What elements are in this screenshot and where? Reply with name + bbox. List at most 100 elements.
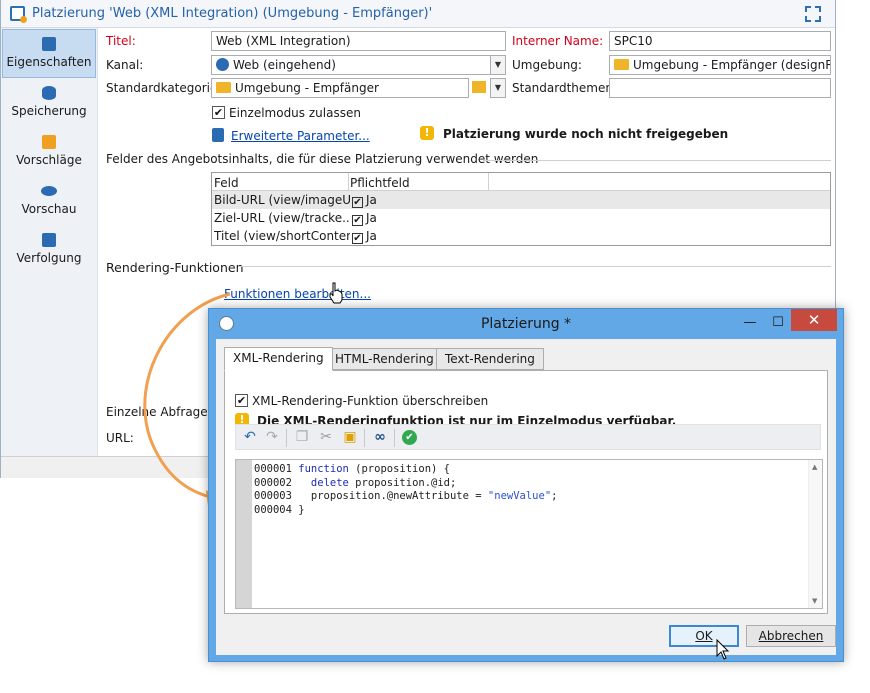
environment-field[interactable]: Umgebung - Empfänger (designRcp) <box>609 55 831 75</box>
single-mode-checkbox[interactable]: ✔ <box>212 106 225 119</box>
eye-icon <box>41 186 57 196</box>
mandatory-checkbox[interactable]: ✔ <box>352 233 363 244</box>
line-number: 000002 <box>254 476 292 489</box>
table-row[interactable]: Titel (view/shortContent) ✔ Ja <box>212 227 830 245</box>
separator <box>238 266 831 267</box>
sidebar-item-label: Speicherung <box>11 104 87 118</box>
editor-toolbar: ↶ ↷ ❐ ✂ ▣ ∞ ✔ <box>235 424 821 450</box>
line-number: 000003 <box>254 490 292 502</box>
line-number: 000004 <box>254 503 292 516</box>
cell-mandatory: ✔ Ja <box>352 229 377 244</box>
hand-cursor-icon <box>329 282 343 304</box>
override-label: XML-Rendering-Funktion überschreiben <box>252 394 489 408</box>
gift-icon <box>42 135 56 149</box>
warning-icon: ! <box>420 126 434 140</box>
dialog-body: XML-Rendering HTML-Rendering Text-Render… <box>216 339 836 655</box>
cell-mandatory: ✔ Ja <box>352 211 377 226</box>
tab-html-rendering[interactable]: HTML-Rendering <box>326 348 443 370</box>
check-icon[interactable]: ✔ <box>402 430 417 445</box>
find-icon[interactable]: ∞ <box>372 429 388 445</box>
sidebar-item-label: Vorschläge <box>16 153 82 167</box>
undo-icon[interactable]: ↶ <box>242 429 258 445</box>
folder-icon <box>216 82 231 93</box>
standard-category-field[interactable]: Umgebung - Empfänger <box>211 78 469 98</box>
mandatory-checkbox[interactable]: ✔ <box>352 197 363 208</box>
sidebar-item-label: Verfolgung <box>16 251 82 265</box>
channel-select[interactable]: Web (eingehend) <box>211 55 491 75</box>
close-button[interactable]: ✕ <box>791 309 837 331</box>
channel-value: Web (eingehend) <box>233 58 336 72</box>
redo-icon[interactable]: ↷ <box>264 429 280 445</box>
standard-category-dropdown-button[interactable]: ▼ <box>490 78 506 98</box>
scroll-up-icon[interactable]: ▲ <box>812 463 817 471</box>
sidebar-item-verfolgung[interactable]: Verfolgung <box>1 226 97 275</box>
sidebar-item-vorschlaege[interactable]: Vorschläge <box>1 128 97 177</box>
advanced-parameters-link[interactable]: Erweiterte Parameter... <box>231 129 370 143</box>
offer-fields-heading: Felder des Angebotsinhalts, die für dies… <box>106 152 539 166</box>
separator <box>483 160 831 161</box>
override-checkbox[interactable]: ✔ <box>235 394 248 407</box>
table-row[interactable]: Bild-URL (view/imageUrl) ✔ Ja <box>212 191 830 209</box>
not-released-warning: Platzierung wurde noch nicht freigegeben <box>443 127 729 141</box>
single-mode-label: Einzelmodus zulassen <box>229 106 361 120</box>
database-icon <box>42 86 56 100</box>
title-label: Titel: <box>106 34 136 48</box>
editor-gutter <box>236 460 252 608</box>
standard-category-label: Standardkategorie: <box>106 81 222 95</box>
window-icon <box>10 6 27 23</box>
clipboard-icon <box>42 37 56 51</box>
offer-fields-table[interactable]: Feld Pflichtfeld Bild-URL (view/imageUrl… <box>211 172 831 246</box>
arrow-cursor-icon <box>716 639 730 660</box>
title-bar: Platzierung 'Web (XML Integration) (Umge… <box>1 0 835 28</box>
table-row[interactable]: Ziel-URL (view/tracke... ✔ Ja <box>212 209 830 227</box>
cut-icon[interactable]: ✂ <box>318 429 334 445</box>
rendering-heading: Rendering-Funktionen <box>106 260 244 275</box>
tab-xml-rendering[interactable]: XML-Rendering <box>224 347 333 371</box>
environment-value: Umgebung - Empfänger (designRcp) <box>633 58 831 72</box>
sidebar-item-label: Eigenschaften <box>6 55 92 69</box>
placement-dialog: Platzierung * — ☐ ✕ XML-Rendering HTML-R… <box>208 308 844 662</box>
sidebar-item-eigenschaften[interactable]: Eigenschaften <box>2 29 96 78</box>
table-header: Feld Pflichtfeld <box>212 173 830 191</box>
tracking-icon <box>42 233 56 247</box>
cancel-button[interactable]: Abbrechen <box>746 625 836 647</box>
editor-scrollbar[interactable]: ▲ ▼ <box>808 460 822 608</box>
code-text[interactable]: 000001 function (proposition) { 000002 d… <box>254 463 557 517</box>
channel-dropdown-button[interactable]: ▼ <box>490 55 506 75</box>
cell-field: Bild-URL (view/imageUrl) <box>214 193 350 207</box>
minimize-button[interactable]: — <box>737 313 763 333</box>
maximize-button[interactable]: ☐ <box>765 313 791 333</box>
cell-field: Ziel-URL (view/tracke... <box>214 211 350 225</box>
sidebar-item-label: Vorschau <box>21 202 77 216</box>
sidebar-item-speicherung[interactable]: Speicherung <box>1 79 97 128</box>
edit-functions-link[interactable]: Funktionen bearbeiten... <box>224 287 371 301</box>
standard-themes-field[interactable] <box>609 78 831 98</box>
copy-icon[interactable]: ❐ <box>294 429 310 445</box>
line-number: 000001 <box>254 463 292 475</box>
code-editor[interactable]: 000001 function (proposition) { 000002 d… <box>235 459 823 609</box>
internal-name-field[interactable]: SPC10 <box>609 31 831 51</box>
cell-mandatory: ✔ Ja <box>352 193 377 208</box>
folder-lock-icon <box>614 59 629 70</box>
maximize-icon[interactable] <box>805 6 821 22</box>
standard-themes-label: Standardthemen: <box>512 81 618 95</box>
xml-rendering-panel: ✔ XML-Rendering-Funktion überschreiben !… <box>224 370 828 614</box>
column-header-mandatory: Pflichtfeld <box>350 176 410 190</box>
title-field[interactable]: Web (XML Integration) <box>211 31 506 51</box>
scroll-down-icon[interactable]: ▼ <box>812 597 817 605</box>
column-header-field: Feld <box>214 176 239 190</box>
environment-label: Umgebung: <box>512 58 582 72</box>
parameters-icon <box>212 128 224 142</box>
sidebar: Eigenschaften Speicherung Vorschläge Vor… <box>1 28 98 456</box>
channel-label: Kanal: <box>106 58 144 72</box>
tab-text-rendering[interactable]: Text-Rendering <box>436 348 544 370</box>
internal-name-label: Interner Name: <box>512 34 604 48</box>
cell-field: Titel (view/shortContent) <box>214 229 350 243</box>
paste-icon[interactable]: ▣ <box>342 429 358 445</box>
window-title: Platzierung 'Web (XML Integration) (Umge… <box>32 6 433 21</box>
mandatory-checkbox[interactable]: ✔ <box>352 215 363 226</box>
sidebar-item-vorschau[interactable]: Vorschau <box>1 177 97 226</box>
globe-icon <box>216 58 229 71</box>
standard-category-value: Umgebung - Empfänger <box>235 81 379 95</box>
folder-browse-icon[interactable] <box>472 81 486 93</box>
